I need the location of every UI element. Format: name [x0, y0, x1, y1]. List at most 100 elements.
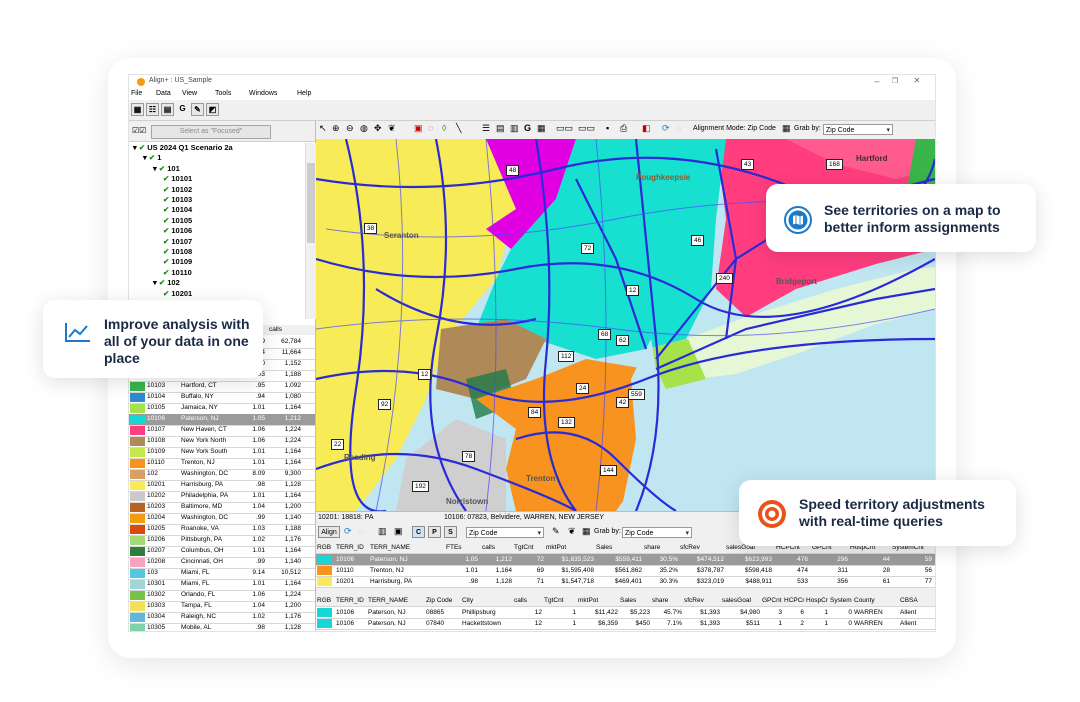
color-swatch[interactable] [130, 404, 145, 413]
tree-node[interactable]: ✔ 10109 [163, 257, 192, 267]
color-swatch[interactable] [130, 569, 145, 578]
globe-icon[interactable]: ◍ [360, 123, 368, 134]
column-header[interactable]: TERR_NAME [368, 595, 424, 606]
color-swatch[interactable] [130, 426, 145, 435]
close-button[interactable]: ✕ [907, 76, 927, 85]
column-header[interactable]: salesGoal [722, 595, 760, 606]
color-swatch[interactable] [130, 547, 145, 556]
table-row[interactable]: 10201 Harrisburg, PA .98 1,128 [129, 480, 315, 492]
column-header[interactable]: CBSA [900, 595, 934, 606]
tree-view-icon[interactable]: ☷ [146, 103, 159, 116]
color-swatch[interactable] [130, 459, 145, 468]
column-header[interactable]: sfcRev [684, 595, 720, 606]
tree-node[interactable]: ✔ 10103 [163, 195, 192, 205]
grid-row[interactable]: 10106 Paterson, NJ 07840 Hackettstown 12 1 $6,… [316, 618, 935, 630]
print-icon[interactable]: ⎙ [620, 123, 627, 134]
column-header[interactable]: calls [514, 595, 542, 606]
p-toggle[interactable]: P [428, 526, 441, 538]
tree-node[interactable]: ✔ 10102 [163, 185, 192, 195]
column-header[interactable]: System [830, 595, 852, 606]
binoculars-icon[interactable]: ❦ [388, 123, 396, 134]
table-row[interactable]: 10107 New Haven, CT 1.06 1,224 [129, 425, 315, 437]
table-row[interactable]: 10106 Paterson, NJ 1.05 1,212 [129, 414, 315, 426]
table-row[interactable]: 10206 Pittsburgh, PA 1.02 1,176 [129, 535, 315, 547]
column-header[interactable]: sfcRev [680, 542, 724, 553]
color-swatch[interactable] [130, 536, 145, 545]
color-swatch[interactable] [130, 514, 145, 523]
color-swatch[interactable] [130, 503, 145, 512]
refresh-grid-icon[interactable]: ⟳ [344, 526, 352, 537]
color-swatch[interactable] [130, 481, 145, 490]
tree-node[interactable]: ✔ 10108 [163, 247, 192, 257]
column-header[interactable]: TERR_NAME [370, 542, 444, 553]
menu-windows[interactable]: Windows [249, 90, 277, 97]
table-row[interactable]: 10109 New York South 1.01 1,164 [129, 447, 315, 459]
align-button[interactable]: Align [318, 526, 340, 538]
g-map-icon[interactable]: G [524, 123, 531, 133]
grid-row[interactable]: 10201 Harrisburg, PA .98 1,128 71 $1,547,718 $… [316, 576, 935, 588]
table-row[interactable]: 10202 Philadelphia, PA 1.01 1,164 [129, 491, 315, 503]
table-row[interactable]: 10301 Miami, FL 1.01 1,164 [129, 579, 315, 591]
zip-select[interactable]: Zip Code [466, 527, 544, 539]
color-swatch[interactable] [130, 525, 145, 534]
tree-scrollbar[interactable] [305, 143, 316, 319]
color-swatch[interactable] [130, 437, 145, 446]
column-header[interactable]: mktPot [578, 595, 618, 606]
report-icon[interactable]: ◩ [206, 103, 219, 116]
column-header[interactable]: calls [482, 542, 512, 553]
table-row[interactable]: 10208 Cincinnati, OH .99 1,140 [129, 557, 315, 569]
column-header[interactable]: TERR_ID [336, 542, 368, 553]
column-header[interactable]: RGB [317, 595, 335, 606]
c-toggle[interactable]: C [412, 526, 425, 538]
g-icon[interactable]: G [176, 103, 189, 116]
column-header[interactable]: Sales [596, 542, 642, 553]
menu-data[interactable]: Data [156, 90, 171, 97]
color-swatch[interactable] [130, 591, 145, 600]
column-header[interactable]: TgtCnt [514, 542, 544, 553]
fit-icon[interactable]: ▣ [394, 526, 403, 537]
table-row[interactable]: 102 Washington, DC 8.09 9,300 [129, 469, 315, 481]
menu-view[interactable]: View [182, 90, 197, 97]
table-row[interactable]: 10303 Tampa, FL 1.04 1,200 [129, 601, 315, 613]
lasso-icon[interactable]: ◊ [442, 123, 446, 133]
column-header[interactable]: County [854, 595, 898, 606]
columns-icon[interactable]: ▥ [378, 526, 387, 537]
grid-view-icon[interactable]: ▦ [131, 103, 144, 116]
legend-icon[interactable]: ▥ [510, 123, 519, 134]
color-swatch[interactable] [130, 448, 145, 457]
refresh-icon[interactable]: ⟳ [662, 123, 670, 134]
color-swatch[interactable] [130, 382, 145, 391]
tree-node[interactable]: ✔ 10106 [163, 226, 192, 236]
tree-node[interactable]: ✔ 10107 [163, 237, 192, 247]
table-row[interactable]: 10103 Hartford, CT .95 1,092 [129, 381, 315, 393]
table-row[interactable]: 10207 Columbus, OH 1.01 1,164 [129, 546, 315, 558]
layers-icon[interactable]: ☰ [482, 123, 490, 134]
edit-icon[interactable]: ✎ [191, 103, 204, 116]
table-row[interactable]: 103 Miami, FL 9.14 10,512 [129, 568, 315, 580]
color-swatch[interactable] [130, 415, 145, 424]
column-header[interactable]: HCPCnt [784, 595, 804, 606]
minimize-button[interactable]: – [867, 76, 887, 86]
draw-icon[interactable]: ✎ [552, 526, 560, 537]
s-toggle[interactable]: S [444, 526, 457, 538]
color-swatch[interactable] [130, 580, 145, 589]
select-focused-button[interactable]: Select as "Focused" [151, 125, 271, 139]
color-swatch[interactable] [130, 492, 145, 501]
zoom-out-icon[interactable]: ⊖ [346, 123, 354, 134]
save-icon[interactable]: ▪ [606, 123, 609, 133]
line-icon[interactable]: ╲ [456, 123, 461, 134]
table-row[interactable]: 10205 Roanoke, VA 1.03 1,188 [129, 524, 315, 536]
menu-help[interactable]: Help [297, 90, 311, 97]
column-header[interactable]: HospCnt [806, 595, 828, 606]
column-header[interactable]: FTEs [446, 542, 478, 553]
table-icon[interactable]: ▦ [537, 123, 546, 134]
column-header[interactable]: share [644, 542, 678, 553]
menu-file[interactable]: File [131, 90, 142, 97]
tree-node[interactable]: ▾ ✔ 1 [143, 153, 161, 163]
color-swatch[interactable] [130, 624, 145, 631]
list-icon[interactable]: ▤ [496, 123, 505, 134]
table-row[interactable]: 10304 Raleigh, NC 1.02 1,176 [129, 612, 315, 624]
color-swatch[interactable] [130, 470, 145, 479]
color-swatch[interactable] [130, 602, 145, 611]
select-circle-icon[interactable]: ◌ [428, 123, 433, 133]
